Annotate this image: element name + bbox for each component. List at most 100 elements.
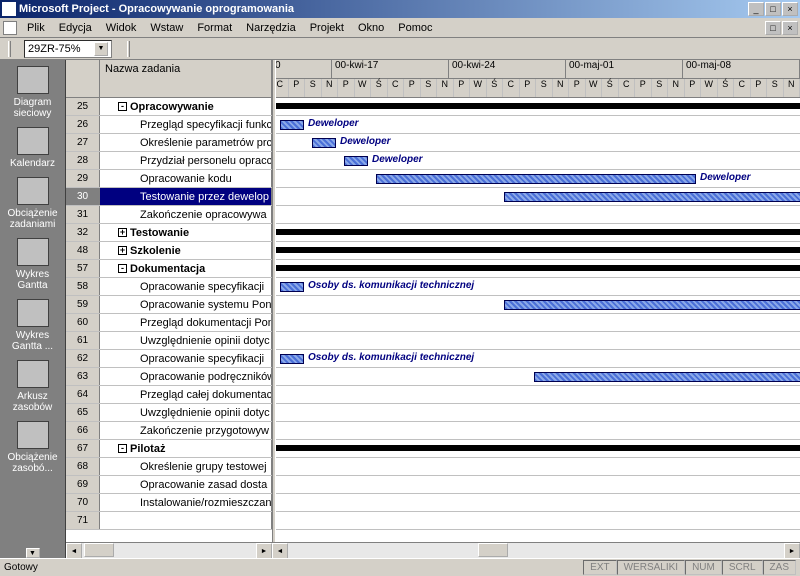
task-bar[interactable]: [280, 282, 304, 292]
task-row[interactable]: 29Opracowanie koduDeweloper: [66, 170, 800, 188]
row-id[interactable]: 29: [66, 170, 100, 187]
task-row[interactable]: 69Opracowanie zasad dosta: [66, 476, 800, 494]
row-name[interactable]: Określenie grupy testowej: [100, 458, 272, 475]
row-name[interactable]: Opracowanie kodu: [100, 170, 272, 187]
row-name[interactable]: Testowanie przez dewelop: [100, 188, 272, 205]
row-id[interactable]: 60: [66, 314, 100, 331]
task-row[interactable]: 65Uwzględnienie opinii dotyc: [66, 404, 800, 422]
view-arkusz-zasobow[interactable]: Arkusz zasobów: [5, 360, 61, 413]
header-id-col[interactable]: [66, 60, 100, 97]
task-bar[interactable]: [504, 300, 800, 310]
row-id[interactable]: 67: [66, 440, 100, 457]
gantt-cell[interactable]: [272, 296, 800, 313]
task-row[interactable]: 61Uwzględnienie opinii dotyc: [66, 332, 800, 350]
row-id[interactable]: 32: [66, 224, 100, 241]
row-id[interactable]: 65: [66, 404, 100, 421]
gantt-cell[interactable]: [272, 206, 800, 223]
summary-bar[interactable]: [272, 229, 800, 235]
row-id[interactable]: 48: [66, 242, 100, 259]
task-row[interactable]: 31Zakończenie opracowywa: [66, 206, 800, 224]
hscroll-left-left-btn[interactable]: ◄: [66, 543, 82, 559]
row-id[interactable]: 63: [66, 368, 100, 385]
row-id[interactable]: 71: [66, 512, 100, 529]
view-obciazenie-zadaniami[interactable]: Obciążenie zadaniami: [5, 177, 61, 230]
row-name[interactable]: -Pilotaż: [100, 440, 272, 457]
gantt-cell[interactable]: [272, 476, 800, 493]
minimize-button[interactable]: _: [748, 2, 764, 16]
row-id[interactable]: 30: [66, 188, 100, 205]
outline-toggle[interactable]: -: [118, 264, 127, 273]
gantt-cell[interactable]: [272, 386, 800, 403]
menu-format[interactable]: Format: [190, 20, 239, 36]
menu-wstaw[interactable]: Wstaw: [143, 20, 190, 36]
task-row[interactable]: 64Przegląd całej dokumentacj: [66, 386, 800, 404]
row-id[interactable]: 27: [66, 134, 100, 151]
summary-bar[interactable]: [272, 103, 800, 109]
gantt-cell[interactable]: Osoby ds. komunikacji technicznej: [272, 278, 800, 295]
row-name[interactable]: Przegląd dokumentacji Pom: [100, 314, 272, 331]
row-name[interactable]: +Testowanie: [100, 224, 272, 241]
gantt-cell[interactable]: [272, 404, 800, 421]
gantt-cell[interactable]: [272, 188, 800, 205]
gantt-cell[interactable]: [272, 494, 800, 511]
header-task-name[interactable]: Nazwa zadania: [100, 60, 272, 97]
summary-bar[interactable]: [272, 265, 800, 271]
menu-okno[interactable]: Okno: [351, 20, 391, 36]
viewbar-scroll-down[interactable]: ▼: [26, 548, 40, 558]
gantt-cell[interactable]: [272, 422, 800, 439]
task-row[interactable]: 27Określenie parametrów prcDeweloper: [66, 134, 800, 152]
row-name[interactable]: [100, 512, 272, 529]
gantt-cell[interactable]: Deweloper: [272, 116, 800, 133]
gantt-cell[interactable]: [272, 368, 800, 385]
summary-bar[interactable]: [272, 247, 800, 253]
row-id[interactable]: 61: [66, 332, 100, 349]
row-id[interactable]: 58: [66, 278, 100, 295]
row-id[interactable]: 31: [66, 206, 100, 223]
task-bar[interactable]: [312, 138, 336, 148]
task-row[interactable]: 62Opracowanie specyfikacjiOsoby ds. komu…: [66, 350, 800, 368]
view-wykres-gantta[interactable]: Wykres Gantta: [5, 238, 61, 291]
row-id[interactable]: 62: [66, 350, 100, 367]
row-name[interactable]: Opracowanie podręczników: [100, 368, 272, 385]
doc-close-button[interactable]: ×: [782, 21, 798, 35]
gantt-cell[interactable]: [272, 458, 800, 475]
gantt-cell[interactable]: Osoby ds. komunikacji technicznej: [272, 350, 800, 367]
menu-edycja[interactable]: Edycja: [52, 20, 99, 36]
splitter[interactable]: [272, 60, 276, 542]
gantt-cell[interactable]: [272, 314, 800, 331]
task-bar[interactable]: [280, 354, 304, 364]
task-row[interactable]: 71: [66, 512, 800, 530]
gantt-cell[interactable]: Deweloper: [272, 134, 800, 151]
view-kalendarz[interactable]: Kalendarz: [5, 127, 61, 169]
gantt-cell[interactable]: [272, 224, 800, 241]
row-id[interactable]: 68: [66, 458, 100, 475]
close-button[interactable]: ×: [782, 2, 798, 16]
task-row[interactable]: 28Przydział personelu opraccDeweloper: [66, 152, 800, 170]
row-name[interactable]: Opracowanie zasad dosta: [100, 476, 272, 493]
row-name[interactable]: +Szkolenie: [100, 242, 272, 259]
menu-projekt[interactable]: Projekt: [303, 20, 351, 36]
task-bar[interactable]: [376, 174, 696, 184]
task-row[interactable]: 60Przegląd dokumentacji Pom: [66, 314, 800, 332]
view-obciazenie-zasobow[interactable]: Obciążenie zasobó...: [5, 421, 61, 474]
row-name[interactable]: Instalowanie/rozmieszczan: [100, 494, 272, 511]
hscroll-left-thumb[interactable]: [84, 543, 114, 557]
hscroll-left-track[interactable]: [82, 543, 256, 558]
task-row[interactable]: 25-Opracowywanie: [66, 98, 800, 116]
view-diagram-sieciowy[interactable]: Diagram sieciowy: [5, 66, 61, 119]
row-name[interactable]: -Opracowywanie: [100, 98, 272, 115]
task-bar[interactable]: [280, 120, 304, 130]
row-name[interactable]: Uwzględnienie opinii dotyc: [100, 332, 272, 349]
task-row[interactable]: 63Opracowanie podręczników: [66, 368, 800, 386]
task-row[interactable]: 58Opracowanie specyfikacjiOsoby ds. komu…: [66, 278, 800, 296]
toolbar-grip-2[interactable]: [127, 41, 130, 57]
gantt-cell[interactable]: [272, 260, 800, 277]
outline-toggle[interactable]: -: [118, 102, 127, 111]
gantt-cell[interactable]: [272, 98, 800, 115]
task-row[interactable]: 66Zakończenie przygotowyw: [66, 422, 800, 440]
hscroll-right-thumb[interactable]: [478, 543, 508, 557]
row-id[interactable]: 26: [66, 116, 100, 133]
row-name[interactable]: Przegląd specyfikacji funkcj: [100, 116, 272, 133]
menu-widok[interactable]: Widok: [99, 20, 144, 36]
gantt-cell[interactable]: [272, 440, 800, 457]
